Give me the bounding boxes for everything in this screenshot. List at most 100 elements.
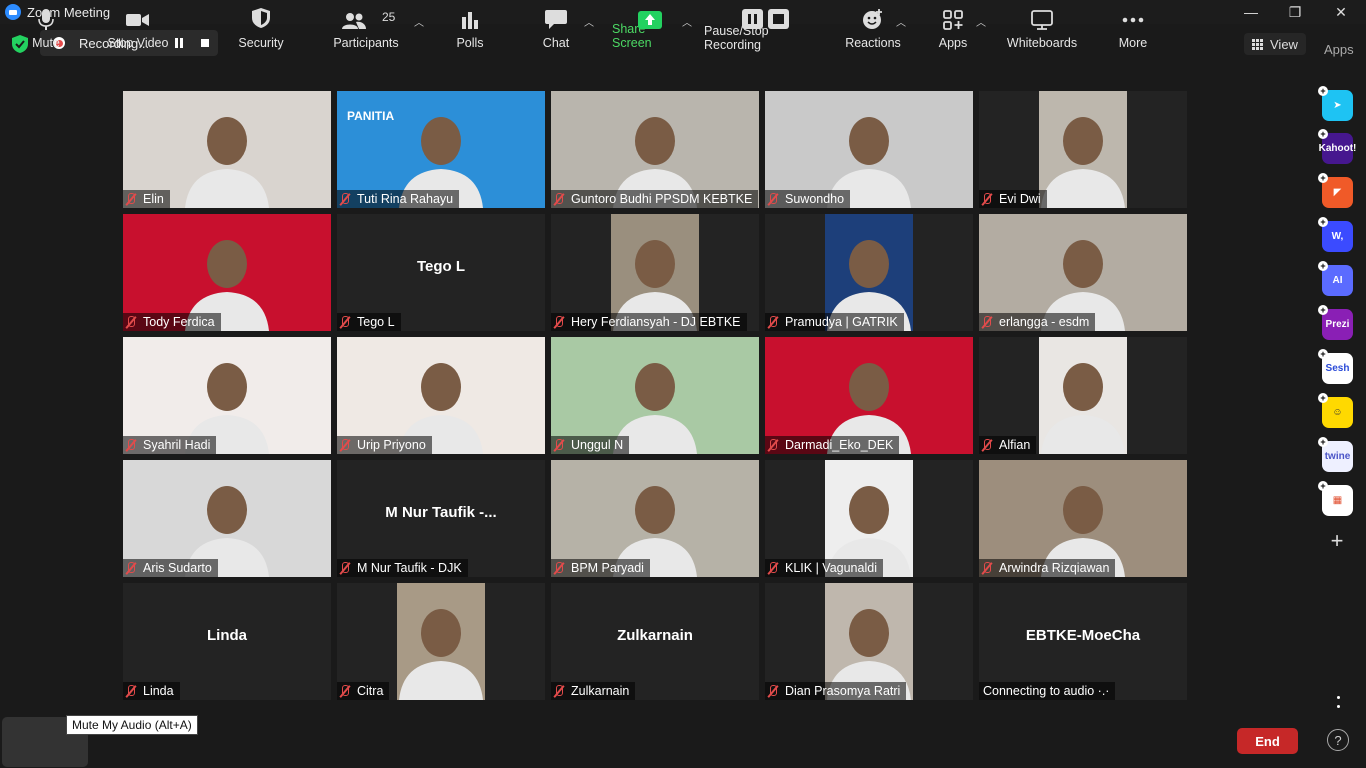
zoom-logo-icon bbox=[5, 4, 21, 20]
participant-tile[interactable]: erlangga - esdm bbox=[979, 214, 1187, 331]
app-glyph: Prezi bbox=[1325, 319, 1350, 330]
participant-tile[interactable]: KLIK | Vagunaldi bbox=[765, 460, 973, 577]
app-wooclap-icon[interactable]: + W, bbox=[1318, 217, 1353, 252]
apps-icon bbox=[943, 10, 963, 30]
participant-name-label: Darmadi_Eko_DEK bbox=[765, 436, 900, 454]
chat-bubble-icon bbox=[545, 10, 567, 29]
muted-microphone-icon bbox=[125, 192, 137, 206]
participant-name: Pramudya | GATRIK bbox=[785, 315, 898, 329]
muted-microphone-icon bbox=[125, 561, 137, 575]
app-glyph: twine bbox=[1324, 451, 1351, 462]
more-button[interactable]: More bbox=[1114, 0, 1152, 56]
participant-tile[interactable]: Darmadi_Eko_DEK bbox=[765, 337, 973, 454]
participant-tile[interactable]: Syahril Hadi bbox=[123, 337, 331, 454]
participant-tile[interactable]: Tego L Tego L bbox=[337, 214, 545, 331]
participants-icon bbox=[342, 13, 366, 29]
mute-button[interactable]: Mute bbox=[24, 0, 68, 56]
chat-button[interactable]: Chat bbox=[536, 0, 576, 56]
help-icon[interactable]: ? bbox=[1327, 729, 1349, 751]
muted-microphone-icon bbox=[553, 561, 565, 575]
share-screen-caret-icon[interactable]: ︿ bbox=[682, 14, 692, 29]
participant-tile[interactable]: Zulkarnain Zulkarnain bbox=[551, 583, 759, 700]
add-app-icon[interactable]: + bbox=[1326, 530, 1348, 552]
participants-caret-icon[interactable]: ︿ bbox=[414, 14, 424, 29]
apps-button[interactable]: Apps bbox=[934, 0, 972, 56]
participant-name-label: Unggul N bbox=[551, 436, 630, 454]
participant-name-label: Tuti Rina Rahayu bbox=[337, 190, 460, 208]
restore-button[interactable]: ❐ bbox=[1272, 0, 1318, 24]
participant-tile[interactable]: M Nur Taufik -... M Nur Taufik - DJK bbox=[337, 460, 545, 577]
pause-stop-recording-button[interactable]: Pause/Stop Recording bbox=[704, 0, 828, 56]
stop-recording-icon[interactable] bbox=[201, 39, 209, 47]
participant-tile[interactable]: Evi Dwi bbox=[979, 91, 1187, 208]
participant-tile[interactable]: Tody Ferdica bbox=[123, 214, 331, 331]
app-app-3-icon[interactable]: + ◤ bbox=[1318, 173, 1353, 208]
app-ai-app-icon[interactable]: + AI bbox=[1318, 261, 1353, 296]
participant-tile[interactable]: Citra bbox=[337, 583, 545, 700]
stop-video-button[interactable]: Stop Video bbox=[103, 0, 173, 56]
participant-tile[interactable]: Unggul N bbox=[551, 337, 759, 454]
participant-tile[interactable]: PANITIA Tuti Rina Rahayu bbox=[337, 91, 545, 208]
app-more-apps-icon[interactable]: + ▦ bbox=[1318, 481, 1353, 516]
app-sesh-icon[interactable]: + Sesh bbox=[1318, 349, 1353, 384]
app-kahoot-icon[interactable]: + Kahoot! bbox=[1318, 129, 1356, 164]
more-label: More bbox=[1118, 36, 1148, 50]
apps-panel-label[interactable]: Apps bbox=[1324, 42, 1354, 57]
participant-tile[interactable]: EBTKE-MoeCha Connecting to audio ·.· bbox=[979, 583, 1187, 700]
participant-tile[interactable]: Pramudya | GATRIK bbox=[765, 214, 973, 331]
participant-tile[interactable]: BPM Paryadi bbox=[551, 460, 759, 577]
apps-caret-icon[interactable]: ︿ bbox=[976, 14, 986, 29]
app-glyph: Sesh bbox=[1325, 363, 1350, 374]
pause-recording-icon[interactable] bbox=[174, 38, 184, 48]
gallery-grid: Elin PANITIA Tuti Rina Rahayu Guntoro Budhi… bbox=[123, 91, 1187, 700]
participant-tile[interactable]: Linda Linda bbox=[123, 583, 331, 700]
app-glyph: Kahoot! bbox=[1318, 143, 1357, 154]
participant-tile[interactable]: Suwondho bbox=[765, 91, 973, 208]
muted-microphone-icon bbox=[767, 438, 779, 452]
participant-name-label: Zulkarnain bbox=[551, 682, 636, 700]
participant-tile[interactable]: Arwindra Rizqiawan bbox=[979, 460, 1187, 577]
participant-name-label: erlangga - esdm bbox=[979, 313, 1096, 331]
share-screen-button[interactable]: Share Screen bbox=[612, 0, 688, 56]
participant-name: Tody Ferdica bbox=[143, 315, 215, 329]
participant-name: Urip Priyono bbox=[357, 438, 426, 452]
app-app-1-icon[interactable]: + ➤ bbox=[1318, 86, 1353, 121]
participants-button[interactable]: 25 Participants bbox=[332, 0, 400, 56]
participant-name-label: Linda bbox=[123, 682, 180, 700]
app-prezi-icon[interactable]: + Prezi bbox=[1318, 305, 1353, 340]
participant-name: erlangga - esdm bbox=[999, 315, 1090, 329]
muted-microphone-icon bbox=[339, 561, 351, 575]
participant-name-label: Elin bbox=[123, 190, 170, 208]
chat-caret-icon[interactable]: ︿ bbox=[584, 14, 594, 29]
participant-name: Evi Dwi bbox=[999, 192, 1041, 206]
participant-name-label: Alfian bbox=[979, 436, 1037, 454]
participant-name: Suwondho bbox=[785, 192, 845, 206]
participant-tile[interactable]: Guntoro Budhi PPSDM KEBTKE bbox=[551, 91, 759, 208]
participant-tile[interactable]: Elin bbox=[123, 91, 331, 208]
participant-tile[interactable]: Hery Ferdiansyah - DJ EBTKE bbox=[551, 214, 759, 331]
close-button[interactable]: ✕ bbox=[1318, 0, 1364, 24]
participant-name-label: Urip Priyono bbox=[337, 436, 432, 454]
reactions-button[interactable]: Reactions bbox=[843, 0, 903, 56]
grid-view-icon bbox=[1252, 38, 1263, 50]
app-twine-icon[interactable]: + twine bbox=[1318, 437, 1353, 472]
participant-name-label: Citra bbox=[337, 682, 390, 700]
participant-tile[interactable]: Urip Priyono bbox=[337, 337, 545, 454]
more-dots-icon bbox=[1122, 17, 1144, 23]
participant-name-label: Hery Ferdiansyah - DJ EBTKE bbox=[551, 313, 747, 331]
participant-tile[interactable]: Dian Prasomya Ratri bbox=[765, 583, 973, 700]
minimize-button[interactable]: — bbox=[1228, 0, 1274, 24]
whiteboards-button[interactable]: Whiteboards bbox=[1004, 0, 1080, 56]
app-emoji-app-icon[interactable]: + ☺ bbox=[1318, 393, 1353, 428]
security-button[interactable]: Security bbox=[232, 0, 290, 56]
participant-tile[interactable]: Alfian bbox=[979, 337, 1187, 454]
video-camera-icon bbox=[126, 14, 149, 26]
muted-microphone-icon bbox=[981, 315, 993, 329]
view-button[interactable]: View bbox=[1244, 33, 1306, 55]
reactions-caret-icon[interactable]: ︿ bbox=[896, 14, 906, 29]
end-meeting-button[interactable]: End bbox=[1237, 728, 1298, 754]
polls-button[interactable]: Polls bbox=[450, 0, 490, 56]
participant-name: Darmadi_Eko_DEK bbox=[785, 438, 894, 452]
muted-microphone-icon bbox=[767, 561, 779, 575]
participant-tile[interactable]: Aris Sudarto bbox=[123, 460, 331, 577]
